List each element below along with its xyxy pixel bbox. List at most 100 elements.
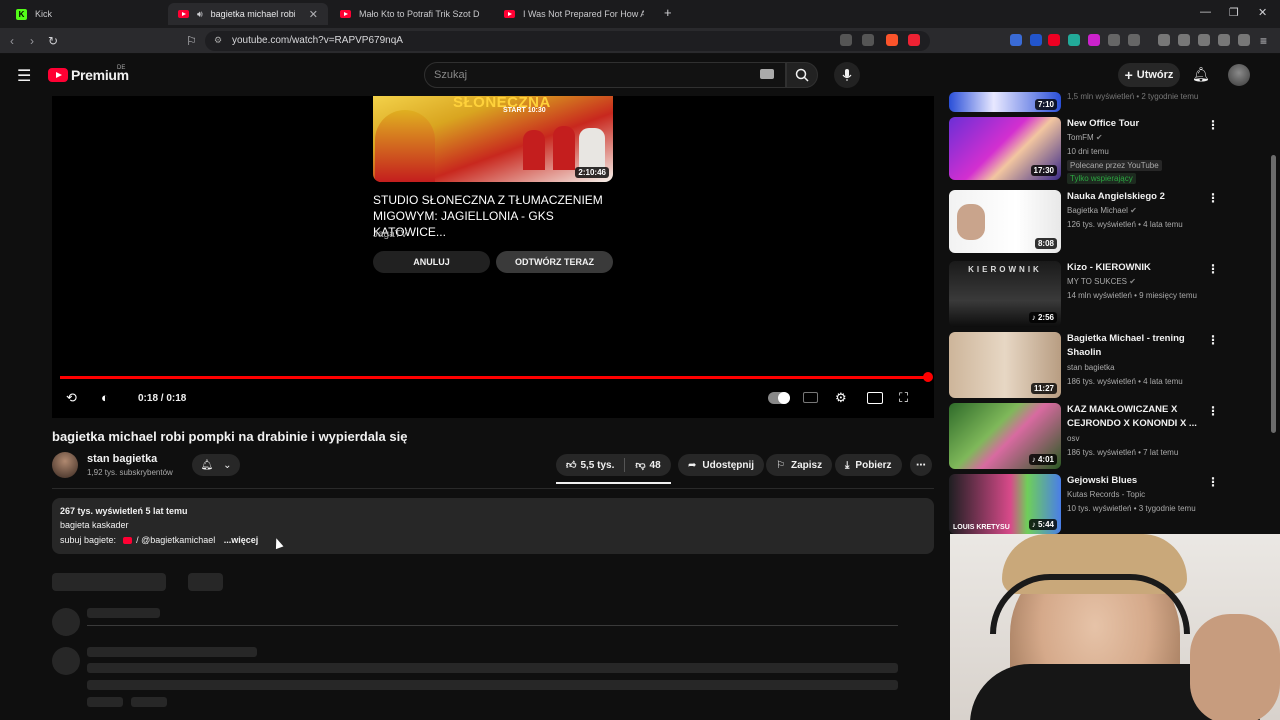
brave-shield-icon[interactable] [886,34,898,46]
recommendation-item[interactable]: 17:30 New Office Tour TomFM ✔ 10 dni tem… [949,117,1269,184]
bookmark-icon[interactable]: ⚐ [186,34,197,48]
sidebar-icon[interactable] [1178,34,1190,46]
skeleton-block [87,680,898,690]
browser-tab-active[interactable]: 🔊︎ bagietka michael robi pompki ✕ [168,3,328,25]
more-actions-button[interactable]: ⋯ [910,454,932,476]
forward-icon[interactable]: › [30,34,34,48]
progress-scrubber[interactable] [923,372,933,382]
site-info-icon[interactable]: ⚙ [214,35,222,46]
extension-blue-icon[interactable] [1030,34,1042,46]
cast-icon[interactable] [840,34,852,46]
volume-icon[interactable]: ◐ [101,390,109,405]
recommendation-item[interactable]: LOUIS KRETYSU ♪ 5:44 Gejowski Blues Kuta… [949,474,1269,534]
autoplay-toggle-knob [778,392,790,404]
cancel-autoplay-button[interactable]: ANULUJ [373,251,490,273]
close-window-icon[interactable]: ✕ [1258,6,1267,19]
settings-gear-icon[interactable]: ⚙ [835,390,847,406]
more-vertical-icon[interactable]: ⋮ [1207,262,1219,276]
extension-purple-icon[interactable] [1088,34,1100,46]
extensions-puzzle-icon[interactable] [1108,34,1120,46]
recommendation-item[interactable]: 7:10 1,5 mln wyświetleń • 2 tygodnie tem… [949,92,1269,112]
view-stats: 267 tys. wyświetleń 5 lat temu [60,506,188,516]
like-count: 5,5 tys. [580,459,615,471]
theater-mode-icon[interactable] [867,392,883,404]
verified-icon: ✔ [1129,277,1136,286]
recommendation-item[interactable]: KIEROWNIK ♪ 2:56 Kizo - KIEROWNIK MY TO … [949,261,1269,327]
leo-icon[interactable] [1218,34,1230,46]
user-avatar[interactable] [1228,64,1250,86]
recommendation-item[interactable]: 11:27 Bagietka Michael - trening Shaolin… [949,332,1269,398]
screenshot-icon[interactable] [1128,34,1140,46]
notifications-bell-icon[interactable]: 🔔︎ [1192,66,1210,83]
sidebar-scrollbar[interactable] [1271,155,1276,433]
duration-badge: 11:27 [1030,383,1057,394]
hamburger-menu-icon[interactable]: ☰ [17,66,31,86]
recommendation-item[interactable]: ♪ 4:01 KAZ MAKŁOWICZANE X CEJRONDO X KON… [949,403,1269,469]
browser-tab-2[interactable]: Mało Kto to Potrafi Trik Szot Dla Xayo [330,3,490,25]
share-button[interactable]: ➦ Udostępnij [678,454,765,476]
youtube-favicon-icon [178,10,189,18]
fullscreen-icon[interactable]: ⛶ [899,390,908,406]
save-button[interactable]: ⚐ Zapisz [766,454,833,476]
like-button[interactable]: 👍︎ 5,5 tys. [566,459,615,472]
divider [52,488,934,489]
more-vertical-icon[interactable]: ⋮ [1207,333,1219,347]
download-button[interactable]: ⤓ Pobierz [835,454,902,476]
tab-title: bagietka michael robi pompki [210,9,295,19]
keyboard-icon[interactable] [760,69,774,79]
extension-translate-icon[interactable] [1010,34,1022,46]
voice-search-button[interactable] [834,62,860,88]
plus-icon: + [1124,67,1133,83]
replay-icon[interactable]: ⟲ [66,390,77,406]
duration-badge: 7:10 [1034,99,1057,110]
channel-handle-link[interactable]: / @bagietkamichael [136,535,215,545]
share-page-icon[interactable] [862,34,874,46]
next-video-title[interactable]: STUDIO SŁONECZNA Z TŁUMACZENIEM MIGOWYM:… [373,192,623,240]
recommendation-thumbnail: LOUIS KRETYSU ♪ 5:44 [949,474,1061,534]
recommendation-title: KAZ MAKŁOWICZANE X CEJRONDO X KONONDI X … [1067,404,1197,429]
recommendation-item[interactable]: 8:08 Nauka Angielskiego 2 Bagietka Micha… [949,190,1269,253]
subscription-bell-button[interactable]: 🔔︎ ⌄ [192,454,240,476]
search-input[interactable] [424,62,786,88]
channel-name[interactable]: stan bagietka [87,453,157,465]
browser-tab-3[interactable]: I Was Not Prepared For How Aggressive [494,3,654,25]
more-vertical-icon[interactable]: ⋮ [1207,404,1219,418]
create-button[interactable]: + Utwórz [1118,63,1180,87]
menu-icon[interactable]: ≡ [1260,34,1267,48]
reload-icon[interactable]: ↻ [48,34,58,48]
like-divider [624,458,626,472]
thumbs-down-icon: 👎︎ [635,460,646,471]
close-tab-icon[interactable]: ✕ [309,8,318,21]
back-icon[interactable]: ‹ [10,34,14,48]
play-now-button[interactable]: ODTWÓRZ TERAZ [496,251,613,273]
media-icon[interactable] [1158,34,1170,46]
recommendation-meta: 10 tys. wyświetleń • 3 tygodnie temu [1067,504,1196,513]
more-vertical-icon[interactable]: ⋮ [1207,475,1219,489]
wallet-icon[interactable] [1198,34,1210,46]
show-more-link[interactable]: ...więcej [224,535,259,545]
search-button[interactable] [786,62,818,88]
minimize-icon[interactable]: — [1200,6,1211,18]
skeleton-block [87,647,257,657]
extension-red-icon[interactable] [1048,34,1060,46]
youtube-logo-icon[interactable] [48,68,68,82]
save-label: Zapisz [790,459,823,471]
recommendation-thumbnail: 7:10 [949,92,1061,112]
autoplay-toggle[interactable] [768,392,790,404]
rewards-icon[interactable] [908,34,920,46]
progress-bar[interactable] [60,376,928,379]
new-tab-icon[interactable]: + [664,5,672,20]
audio-icon[interactable]: 🔊︎ [197,9,203,20]
vpn-icon[interactable] [1238,34,1250,46]
download-label: Pobierz [855,459,892,471]
channel-avatar[interactable] [52,452,78,478]
more-vertical-icon[interactable]: ⋮ [1207,118,1219,132]
maximize-icon[interactable]: ❐ [1229,6,1239,19]
subtitles-icon[interactable] [803,392,818,403]
browser-tab-kick[interactable]: K Kick [6,3,166,25]
more-vertical-icon[interactable]: ⋮ [1207,191,1219,205]
dislike-button[interactable]: 👎︎ 48 [635,459,660,472]
youtube-favicon-icon [504,10,515,18]
extension-green-icon[interactable] [1068,34,1080,46]
bell-icon: 🔔︎ [200,459,214,471]
